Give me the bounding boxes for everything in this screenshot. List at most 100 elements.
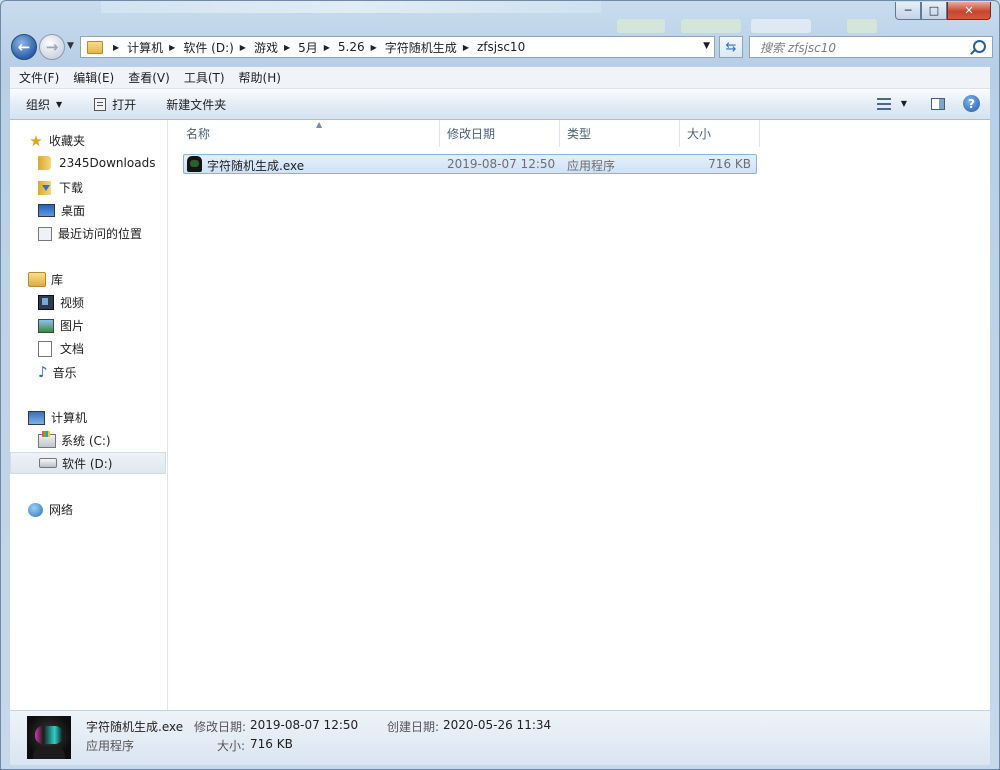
search-box[interactable]	[749, 36, 993, 58]
command-bar: 组织 ▼ 打开 新建文件夹 ▼ ?	[10, 89, 990, 120]
application-icon	[187, 156, 202, 172]
sidebar-item-label: 图片	[60, 319, 85, 333]
background-tab	[617, 19, 665, 33]
help-icon[interactable]: ?	[963, 95, 980, 112]
document-icon	[38, 340, 52, 357]
sidebar-item-desktop[interactable]: 桌面	[38, 202, 85, 219]
sidebar-item-documents[interactable]: 文档	[38, 340, 84, 357]
details-pane: 字符随机生成.exe 应用程序 修改日期: 2019-08-07 12:50 大…	[10, 710, 990, 765]
menu-view[interactable]: 查看(V)	[123, 69, 175, 86]
sidebar-item-drive-c[interactable]: 系统 (C:)	[38, 430, 111, 449]
navigation-pane: ★ 收藏夹 2345Downloads 下载 桌面 最近访问的位置 库 视频 图…	[10, 120, 168, 710]
refresh-button[interactable]: ⇆	[719, 36, 743, 58]
breadcrumb-item[interactable]: 软件 (D:)	[183, 39, 233, 56]
sidebar-computer[interactable]: 计算机	[28, 409, 87, 426]
chevron-right-icon[interactable]: ▶	[113, 43, 119, 52]
column-header-name[interactable]: 名称 ▲	[179, 120, 440, 147]
details-file-name: 字符随机生成.exe	[86, 720, 184, 734]
organize-button[interactable]: 组织 ▼	[26, 96, 62, 113]
background-title-area	[101, 1, 601, 13]
details-size-value: 716 KB	[250, 737, 293, 751]
menu-tools[interactable]: 工具(T)	[179, 69, 230, 86]
chevron-right-icon[interactable]: ▶	[240, 43, 246, 52]
file-row[interactable]: 字符随机生成.exe 2019-08-07 12:50 应用程序 716 KB	[183, 154, 757, 174]
column-header-size[interactable]: 大小	[680, 120, 760, 147]
sidebar-libraries[interactable]: 库	[28, 271, 63, 288]
view-options-dropdown[interactable]: ▼	[901, 99, 907, 108]
system-drive-icon	[38, 430, 56, 448]
search-input[interactable]	[758, 38, 962, 58]
view-options-icon[interactable]	[876, 97, 891, 110]
sidebar-item-label: 最近访问的位置	[58, 227, 143, 241]
preview-pane-icon[interactable]	[931, 97, 945, 110]
minimize-button[interactable]: ─	[895, 2, 921, 20]
back-button[interactable]: ←	[11, 34, 37, 60]
chevron-right-icon[interactable]: ▶	[371, 43, 377, 52]
computer-icon	[28, 410, 45, 425]
details-created-value: 2020-05-26 11:34	[443, 718, 552, 732]
navigation-bar: ← → ▼ ▶ 计算机 ▶ 软件 (D:) ▶ 游戏 ▶ 5月 ▶ 5.26 ▶…	[9, 33, 993, 61]
open-button[interactable]: 打开	[94, 96, 136, 113]
sidebar-favorites[interactable]: ★ 收藏夹	[28, 131, 85, 150]
breadcrumb-item[interactable]: 字符随机生成	[385, 39, 457, 56]
address-history-dropdown[interactable]: ▼	[703, 41, 710, 51]
chevron-right-icon[interactable]: ▶	[324, 43, 330, 52]
details-modified-label: 修改日期:	[194, 720, 247, 734]
network-icon	[28, 502, 43, 517]
downloads-folder-icon	[38, 180, 51, 195]
new-folder-button[interactable]: 新建文件夹	[166, 96, 226, 113]
search-icon[interactable]	[973, 40, 986, 53]
sidebar-item-downloads[interactable]: 下载	[38, 179, 83, 196]
sidebar-item-label: 软件 (D:)	[62, 456, 113, 471]
recent-places-icon	[38, 226, 52, 241]
arrow-right-icon: →	[45, 38, 59, 56]
file-type: 应用程序	[567, 159, 616, 173]
drive-icon	[39, 458, 57, 468]
sidebar-item-2345downloads[interactable]: 2345Downloads	[38, 156, 155, 170]
breadcrumb-item[interactable]: 5.26	[338, 40, 365, 54]
menu-help[interactable]: 帮助(H)	[234, 69, 286, 86]
column-header-type[interactable]: 类型	[560, 120, 680, 147]
star-icon: ★	[29, 131, 43, 150]
address-bar[interactable]: ▶ 计算机 ▶ 软件 (D:) ▶ 游戏 ▶ 5月 ▶ 5.26 ▶ 字符随机生…	[80, 36, 715, 58]
sidebar-item-label: 库	[51, 273, 64, 287]
sidebar-item-music[interactable]: ♪ 音乐	[38, 363, 77, 381]
menu-file[interactable]: 文件(F)	[14, 69, 64, 86]
sort-ascending-icon: ▲	[316, 120, 323, 129]
breadcrumb-item[interactable]: zfsjsc10	[477, 40, 525, 54]
toolbar-right: ▼ ?	[876, 95, 980, 112]
menu-edit[interactable]: 编辑(E)	[68, 69, 119, 86]
close-button[interactable]: ✕	[947, 2, 991, 20]
organize-label: 组织	[26, 97, 51, 112]
breadcrumb-item[interactable]: 计算机	[127, 39, 163, 56]
arrow-left-icon: ←	[17, 38, 31, 56]
breadcrumb-item[interactable]: 游戏	[254, 39, 278, 56]
file-date: 2019-08-07 12:50	[447, 157, 556, 171]
sidebar-item-drive-d[interactable]: 软件 (D:)	[10, 452, 166, 474]
sidebar-item-videos[interactable]: 视频	[38, 294, 84, 311]
sidebar-item-label: 桌面	[61, 204, 86, 218]
forward-button[interactable]: →	[39, 34, 65, 60]
maximize-button[interactable]: □	[921, 2, 947, 20]
column-header-date[interactable]: 修改日期	[440, 120, 560, 147]
sidebar-item-label: 文档	[60, 342, 85, 356]
column-header-label: 名称	[186, 127, 211, 141]
refresh-icon: ⇆	[725, 39, 737, 55]
column-header-label: 修改日期	[447, 127, 496, 141]
chevron-right-icon[interactable]: ▶	[463, 43, 469, 52]
folder-icon	[38, 156, 51, 170]
sidebar-item-label: 网络	[49, 503, 74, 517]
sidebar-item-pictures[interactable]: 图片	[38, 317, 84, 334]
sidebar-item-recent-places[interactable]: 最近访问的位置	[38, 225, 142, 242]
file-list-pane: 名称 ▲ 修改日期 类型 大小 字符随机生成.exe 2019-08-07 12…	[168, 120, 990, 710]
recent-pages-dropdown[interactable]: ▼	[67, 41, 74, 51]
details-size-label: 大小:	[217, 739, 246, 753]
chevron-right-icon[interactable]: ▶	[169, 43, 175, 52]
menu-bar: 文件(F) 编辑(E) 查看(V) 工具(T) 帮助(H)	[10, 67, 990, 89]
sidebar-network[interactable]: 网络	[28, 501, 73, 518]
background-taskbar-tabs	[611, 15, 881, 33]
details-created-label: 创建日期:	[387, 720, 440, 734]
chevron-right-icon[interactable]: ▶	[284, 43, 290, 52]
breadcrumb-item[interactable]: 5月	[298, 39, 318, 56]
music-note-icon: ♪	[38, 363, 48, 381]
